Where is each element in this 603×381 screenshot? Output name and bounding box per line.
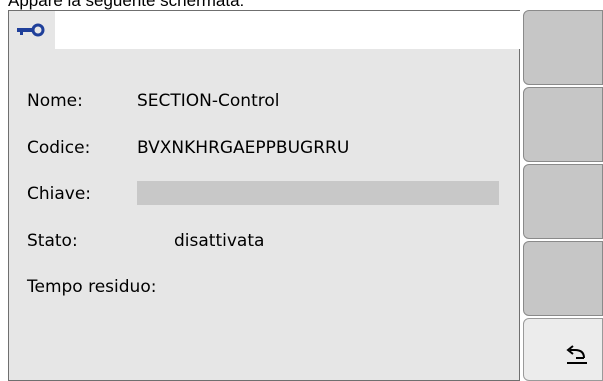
back-button[interactable] (523, 318, 603, 381)
terminal-screen: Nome: SECTION-Control Codice: BVXNKHRGAE… (8, 10, 603, 381)
tab-license[interactable] (9, 11, 55, 49)
softkey-1[interactable] (523, 10, 603, 85)
softkey-3[interactable] (523, 164, 603, 239)
stato-label: Stato: (27, 231, 78, 251)
softkey-2[interactable] (523, 87, 603, 162)
chiave-label: Chiave: (27, 184, 92, 204)
softkey-4[interactable] (523, 241, 603, 316)
return-arrow-icon (564, 344, 590, 370)
chiave-field[interactable] (137, 181, 499, 205)
nome-value: SECTION-Control (137, 91, 280, 111)
tab-bar (9, 11, 521, 49)
key-icon (17, 22, 45, 41)
license-panel: Nome: SECTION-Control Codice: BVXNKHRGAE… (8, 10, 521, 381)
codice-label: Codice: (27, 138, 91, 158)
tempo-label: Tempo residuo: (27, 277, 157, 297)
softkey-column (520, 10, 603, 381)
stato-value: disattivata (174, 231, 265, 251)
nome-label: Nome: (27, 91, 83, 111)
codice-value: BVXNKHRGAEPPBUGRRU (137, 138, 350, 158)
